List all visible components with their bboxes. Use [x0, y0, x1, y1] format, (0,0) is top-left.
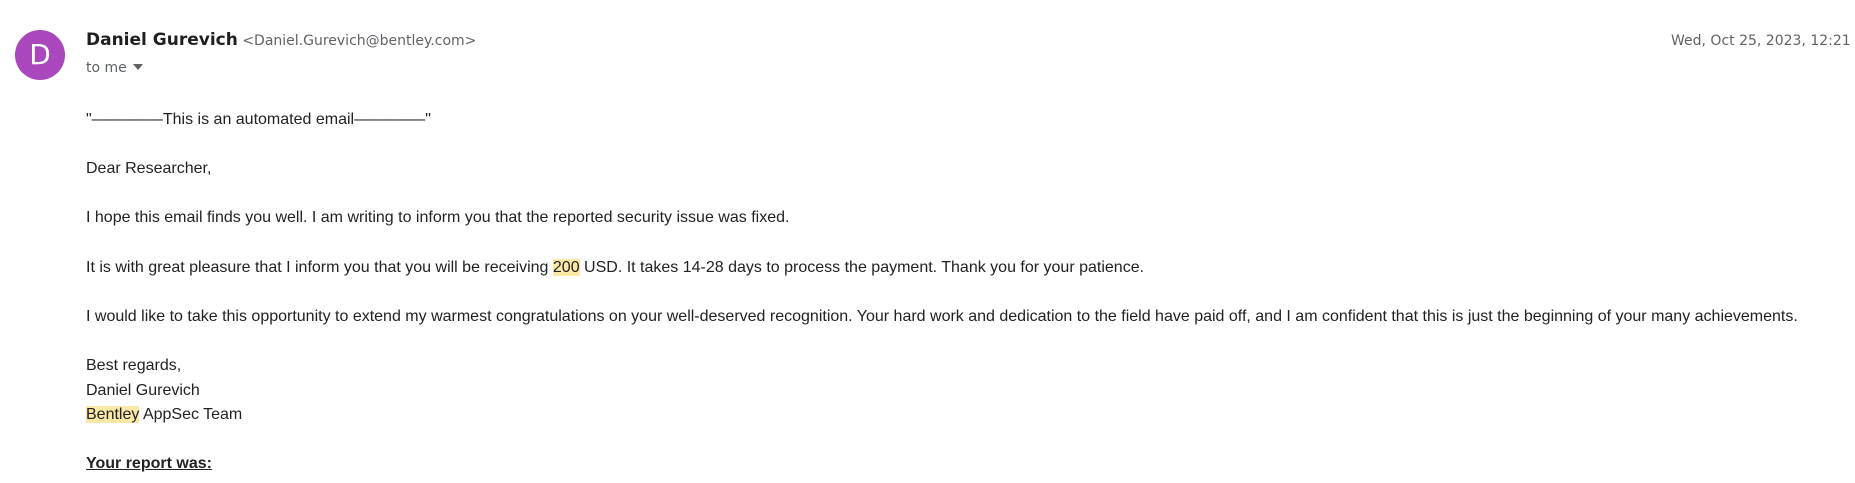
signoff: Best regards, [86, 356, 182, 374]
email-view: D Daniel Gurevich <Daniel.Gurevich@bentl… [0, 0, 1855, 483]
recipient-label: to me [86, 60, 127, 76]
paragraph-payment: It is with great pleasure that I inform … [86, 256, 1798, 281]
sender-line: Daniel Gurevich <Daniel.Gurevich@bentley… [86, 30, 476, 50]
caret-down-icon[interactable] [132, 64, 143, 70]
paragraph-congratulations: I would like to take this opportunity to… [86, 307, 1798, 325]
email-body: "––––––––This is an automated email–––––… [86, 108, 1798, 477]
automated-notice: "––––––––This is an automated email–––––… [86, 111, 431, 128]
sender-email[interactable]: <Daniel.Gurevich@bentley.com> [242, 33, 476, 49]
signature-team: AppSec Team [139, 406, 243, 424]
paragraph-fixed: I hope this email finds you well. I am w… [86, 209, 790, 227]
greeting: Dear Researcher, [86, 160, 212, 178]
signature-team-line: Bentley AppSec Team [86, 403, 1798, 428]
avatar[interactable]: D [15, 30, 65, 80]
signature-company: Bentley [86, 406, 140, 424]
report-heading: Your report was: [86, 455, 212, 473]
payment-amount: 200 [552, 258, 580, 276]
recipient-details-toggle[interactable]: to me [86, 60, 143, 76]
sender-name[interactable]: Daniel Gurevich [86, 30, 238, 50]
payment-text-before: It is with great pleasure that I inform … [86, 258, 553, 276]
payment-text-after: USD. It takes 14-28 days to process the … [579, 258, 1145, 276]
email-date[interactable]: Wed, Oct 25, 2023, 12:21 PM [1671, 33, 1855, 49]
signature-name: Daniel Gurevich [86, 381, 200, 399]
